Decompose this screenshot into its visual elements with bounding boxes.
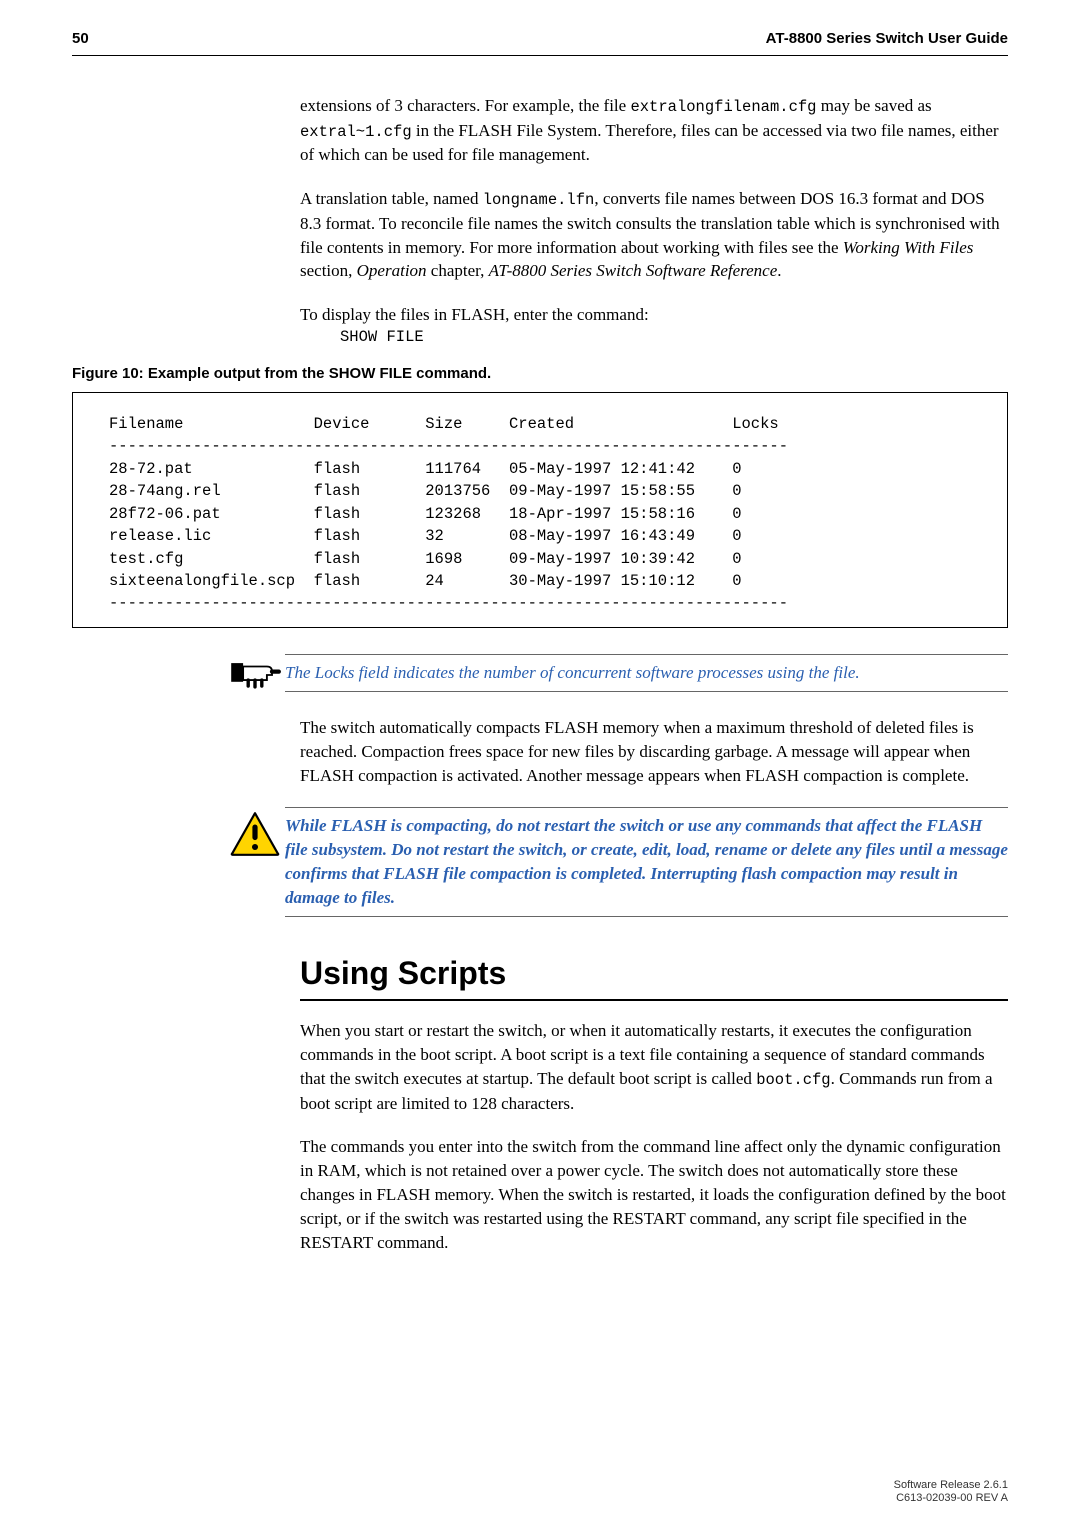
- page-header: 50 AT-8800 Series Switch User Guide: [0, 0, 1080, 55]
- intro-paragraph-1: extensions of 3 characters. For example,…: [300, 94, 1008, 167]
- warning-row: While FLASH is compacting, do not restar…: [225, 807, 1008, 916]
- heading-rule: [300, 999, 1008, 1001]
- page-footer: Software Release 2.6.1 C613-02039-00 REV…: [894, 1479, 1008, 1507]
- inline-code: boot.cfg: [756, 1071, 830, 1089]
- inline-code: extralongfilenam.cfg: [630, 98, 816, 116]
- show-file-output: Filename Device Size Created Locks -----…: [72, 392, 1008, 628]
- guide-title: AT-8800 Series Switch User Guide: [766, 28, 1008, 49]
- inline-code: extral~1.cfg: [300, 123, 412, 141]
- footer-docid: C613-02039-00 REV A: [894, 1492, 1008, 1506]
- scripts-paragraph-2: The commands you enter into the switch f…: [300, 1135, 1008, 1254]
- compaction-paragraph: The switch automatically compacts FLASH …: [300, 716, 1008, 787]
- page-number: 50: [72, 28, 89, 49]
- display-files-line: To display the files in FLASH, enter the…: [300, 303, 1008, 327]
- header-rule: [72, 55, 1008, 56]
- locks-note-row: The Locks field indicates the number of …: [225, 654, 1008, 692]
- scripts-paragraph-1: When you start or restart the switch, or…: [300, 1019, 1008, 1115]
- hand-point-icon: [225, 654, 285, 692]
- footer-release: Software Release 2.6.1: [894, 1479, 1008, 1493]
- intro-paragraph-2: A translation table, named longname.lfn,…: [300, 187, 1008, 283]
- section-heading-using-scripts: Using Scripts: [300, 951, 1008, 996]
- locks-note-text: The Locks field indicates the number of …: [285, 661, 1008, 685]
- warning-triangle-icon: [225, 807, 285, 857]
- show-file-command: SHOW FILE: [340, 327, 1008, 349]
- warning-text: While FLASH is compacting, do not restar…: [285, 814, 1008, 909]
- figure-caption: Figure 10: Example output from the SHOW …: [72, 363, 1080, 384]
- inline-code: longname.lfn: [483, 191, 595, 209]
